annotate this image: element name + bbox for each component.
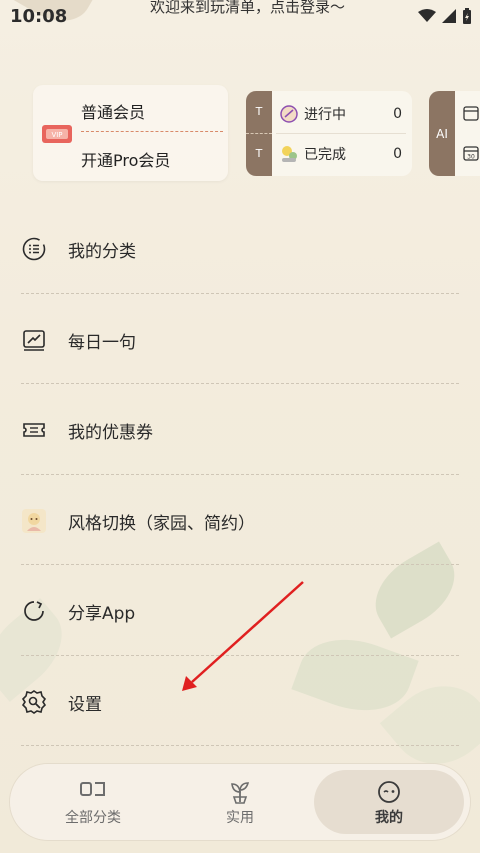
daily-quote-icon bbox=[23, 329, 45, 351]
nav-mine[interactable]: 我的 bbox=[314, 764, 464, 840]
style-switch-icon bbox=[22, 508, 46, 533]
in-progress-count: 0 bbox=[393, 106, 402, 122]
category-list-icon bbox=[22, 237, 46, 261]
menu-label: 每日一句 bbox=[68, 332, 136, 353]
menu-label: 我的分类 bbox=[68, 242, 136, 262]
menu-label: 分享App bbox=[68, 604, 136, 624]
menu-item-share-app[interactable]: 分享App bbox=[0, 565, 480, 656]
vip-ticket-icon: VIP bbox=[42, 125, 72, 143]
mine-face-icon bbox=[378, 781, 400, 803]
nav-label: 实用 bbox=[226, 810, 254, 826]
menu-item-daily-quote[interactable]: 每日一句 bbox=[0, 294, 480, 384]
membership-card: VIP 普通会员 开通Pro会员 bbox=[33, 85, 228, 181]
menu-label: 风格切换（家园、简约） bbox=[68, 513, 255, 534]
tab-separator bbox=[246, 133, 272, 134]
svg-text:VIP: VIP bbox=[51, 131, 62, 139]
menu-list: 我的分类 每日一句 我的优惠券 风格切换（家园、简约） 分享App 设置 bbox=[0, 203, 480, 746]
member-divider bbox=[81, 131, 223, 132]
wifi-icon bbox=[418, 9, 436, 22]
login-prompt[interactable]: 欢迎来到玩清单，点击登录～ bbox=[150, 0, 345, 17]
nav-all-categories[interactable]: 全部分类 bbox=[18, 764, 168, 840]
system-icons bbox=[418, 8, 472, 24]
share-icon bbox=[24, 601, 44, 621]
task-divider bbox=[276, 133, 406, 134]
completed-icon bbox=[282, 146, 297, 162]
in-progress-label: 进行中 bbox=[304, 107, 346, 123]
task-in-progress-row[interactable]: 进行中 0 bbox=[278, 102, 406, 126]
task-completed-row[interactable]: 已完成 0 bbox=[278, 142, 406, 166]
sprout-icon bbox=[231, 782, 250, 804]
completed-count: 0 bbox=[393, 146, 402, 162]
nav-label: 全部分类 bbox=[65, 810, 121, 826]
menu-label: 设置 bbox=[68, 694, 102, 715]
task-tab: T T bbox=[246, 91, 272, 176]
all-categories-icon bbox=[80, 782, 105, 796]
menu-item-style-switch[interactable]: 风格切换（家园、简约） bbox=[0, 475, 480, 565]
ai-tab: AI bbox=[429, 91, 455, 176]
tab-letter: T bbox=[255, 147, 263, 160]
status-time: 10:08 bbox=[10, 6, 68, 27]
signal-icon bbox=[442, 9, 456, 23]
nav-label: 我的 bbox=[375, 810, 403, 826]
battery-icon bbox=[463, 8, 471, 24]
menu-item-settings[interactable]: 设置 bbox=[0, 656, 480, 746]
status-bar: 10:08 欢迎来到玩清单，点击登录～ bbox=[0, 0, 480, 34]
settings-icon bbox=[21, 689, 47, 714]
menu-item-my-categories[interactable]: 我的分类 bbox=[0, 203, 480, 294]
tab-letter: T bbox=[255, 105, 263, 118]
bottom-nav: 全部分类 实用 我的 bbox=[10, 764, 470, 840]
menu-item-coupons[interactable]: 我的优惠券 bbox=[0, 384, 480, 475]
coupon-icon bbox=[23, 423, 45, 437]
in-progress-icon bbox=[280, 105, 298, 123]
calendar-30-icon: 30 bbox=[463, 146, 479, 161]
completed-label: 已完成 bbox=[304, 147, 346, 163]
nav-practical[interactable]: 实用 bbox=[165, 764, 315, 840]
calendar-icon bbox=[463, 106, 479, 121]
ai-card[interactable]: AI 30 bbox=[429, 91, 480, 176]
open-pro-member-link[interactable]: 开通Pro会员 bbox=[81, 147, 170, 171]
svg-text:30: 30 bbox=[467, 154, 475, 161]
menu-label: 我的优惠券 bbox=[68, 423, 153, 443]
menu-divider bbox=[21, 745, 459, 746]
plain-member-label: 普通会员 bbox=[81, 103, 146, 122]
task-status-card: T T 进行中 0 已完成 0 bbox=[246, 91, 412, 176]
